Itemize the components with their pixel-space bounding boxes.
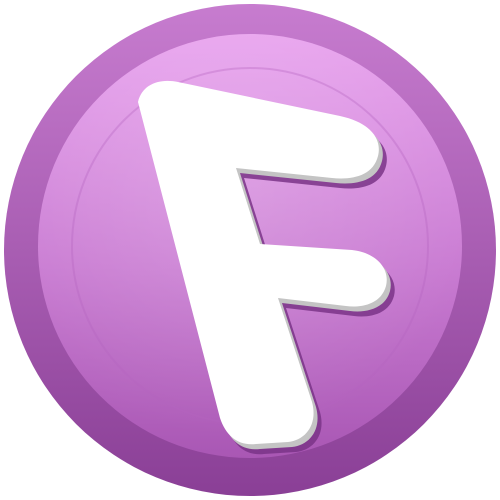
logo-canvas (0, 0, 500, 500)
letter-f-logo-icon (4, 4, 496, 496)
